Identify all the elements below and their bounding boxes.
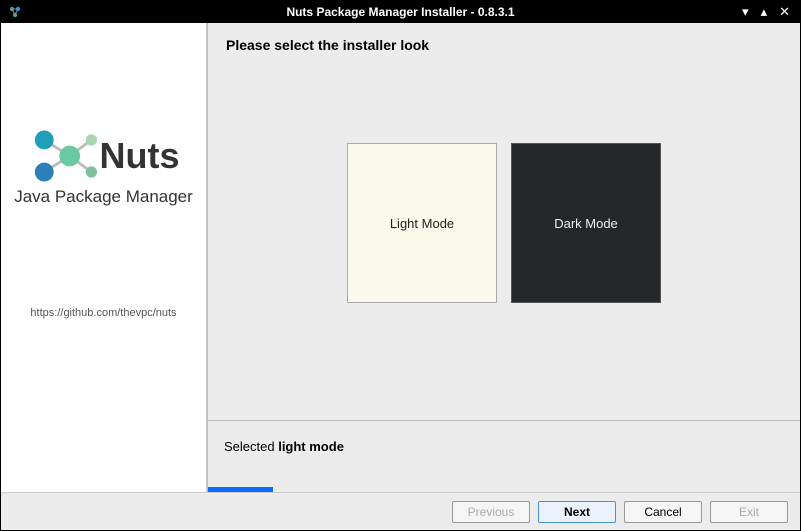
progress-fill	[208, 487, 273, 492]
body: Nuts Java Package Manager https://github…	[1, 23, 800, 530]
close-icon[interactable]: ✕	[779, 4, 790, 20]
dark-mode-card[interactable]: Dark Mode	[511, 143, 661, 303]
page-heading: Please select the installer look	[226, 37, 782, 53]
light-mode-label: Light Mode	[390, 216, 454, 231]
progress-bar	[208, 487, 800, 492]
window-controls: ▾ ▴ ✕	[742, 4, 800, 20]
nuts-logo-icon	[27, 123, 103, 189]
cancel-button[interactable]: Cancel	[624, 501, 702, 523]
repo-link[interactable]: https://github.com/thevpc/nuts	[30, 307, 176, 319]
main-row: Nuts Java Package Manager https://github…	[1, 23, 800, 492]
exit-button: Exit	[710, 501, 788, 523]
app-icon	[5, 2, 25, 22]
titlebar: Nuts Package Manager Installer - 0.8.3.1…	[1, 1, 800, 23]
minimize-icon[interactable]: ▾	[742, 4, 749, 20]
theme-cards: Light Mode Dark Mode	[226, 143, 782, 303]
status-mode: light mode	[278, 439, 344, 454]
footer: Previous Next Cancel Exit	[1, 492, 800, 530]
product-tagline: Java Package Manager	[14, 187, 193, 207]
sidebar: Nuts Java Package Manager https://github…	[1, 23, 207, 492]
content: Please select the installer look Light M…	[207, 23, 800, 492]
installer-window: Nuts Package Manager Installer - 0.8.3.1…	[0, 0, 801, 531]
status-prefix: Selected	[224, 439, 278, 454]
previous-button: Previous	[452, 501, 530, 523]
next-button[interactable]: Next	[538, 501, 616, 523]
light-mode-card[interactable]: Light Mode	[347, 143, 497, 303]
dark-mode-label: Dark Mode	[554, 216, 618, 231]
logo-block: Nuts Java Package Manager	[14, 123, 193, 207]
status-panel: Selected light mode	[208, 420, 800, 492]
maximize-icon[interactable]: ▴	[761, 4, 768, 20]
product-name: Nuts	[99, 135, 179, 177]
window-title: Nuts Package Manager Installer - 0.8.3.1	[1, 5, 800, 19]
